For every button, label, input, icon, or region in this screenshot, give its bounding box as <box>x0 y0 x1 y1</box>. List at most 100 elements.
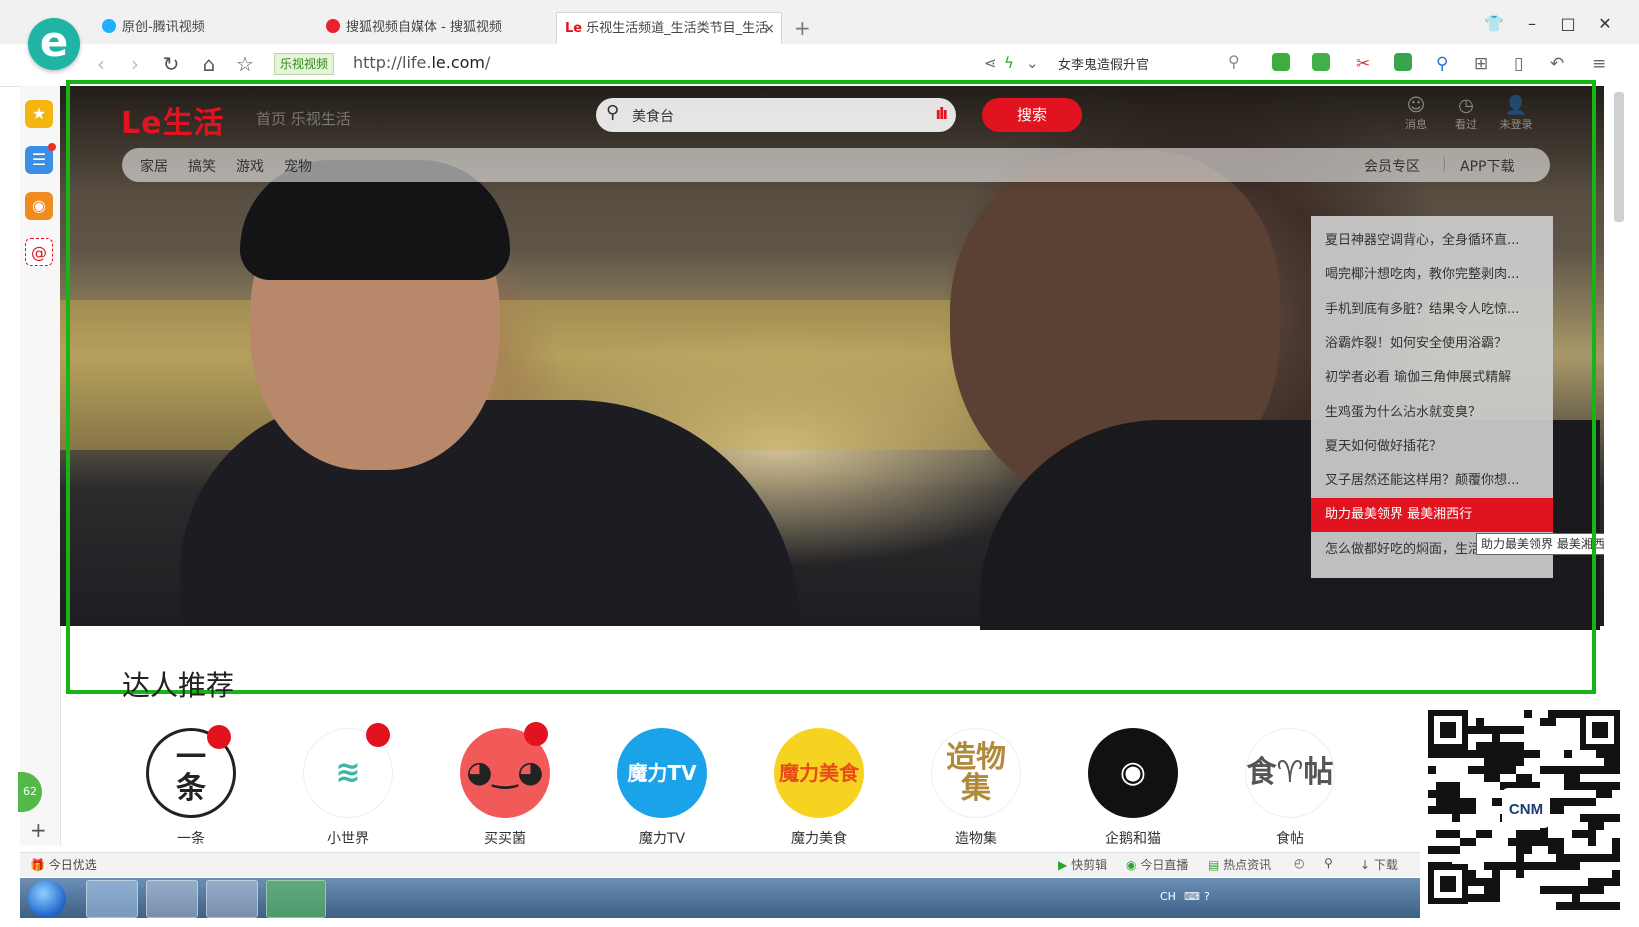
reading-list-icon[interactable]: ☰ <box>25 143 56 174</box>
tray-language[interactable]: CH <box>1160 890 1176 903</box>
creator-avatar[interactable]: 一 条 <box>146 725 236 818</box>
qr-module <box>1572 830 1580 838</box>
tab-sohu[interactable]: 搜狐视频自媒体 - 搜狐视频 <box>318 12 548 44</box>
qr-code[interactable]: CNM <box>1420 702 1628 912</box>
forward-arrow-icon[interactable]: › <box>122 52 148 76</box>
qr-module <box>1492 726 1500 734</box>
game-extension-icon[interactable] <box>1394 53 1412 71</box>
chevron-down-icon[interactable]: ⌄ <box>1026 54 1039 72</box>
favorites-star-icon[interactable]: ★ <box>25 100 53 128</box>
share-icon[interactable]: ⋖ <box>984 54 997 72</box>
creator-name[interactable]: 小世界 <box>296 828 400 848</box>
tab-tencent[interactable]: 原创-腾讯视频 <box>94 12 304 44</box>
qr-module <box>1556 710 1564 718</box>
qr-module <box>1612 902 1620 910</box>
qr-module <box>1460 806 1468 814</box>
undo-icon[interactable]: ↶ <box>1550 54 1564 74</box>
start-button[interactable] <box>28 880 66 918</box>
green-extension-icon[interactable] <box>1312 53 1330 71</box>
lightning-icon[interactable]: ϟ <box>1004 54 1014 72</box>
creator-item[interactable]: ◕‿◕ 买买菌 <box>453 722 557 848</box>
creator-avatar[interactable]: 食♈帖 <box>1245 728 1335 818</box>
back-arrow-icon[interactable]: ‹ <box>88 52 114 76</box>
new-tab-button[interactable]: + <box>794 16 811 40</box>
refresh-icon[interactable]: ↻ <box>158 52 184 76</box>
download-icon: ↓ <box>1360 858 1371 872</box>
qr-module <box>1540 838 1548 846</box>
qr-module <box>1476 766 1484 774</box>
qr-module <box>1596 750 1604 758</box>
creator-item[interactable]: 魔力美食 魔力美食 <box>767 728 871 848</box>
creator-avatar[interactable]: ◕‿◕ <box>460 722 550 818</box>
search-icon[interactable]: ⚲ <box>1228 52 1240 71</box>
shield-extension-icon[interactable] <box>1272 53 1290 71</box>
creator-name[interactable]: 魔力TV <box>610 828 714 848</box>
skin-icon[interactable]: 👕 <box>1481 14 1507 33</box>
creator-avatar[interactable]: 造物集 <box>931 728 1021 818</box>
creator-item[interactable]: ◉ 企鹅和猫 <box>1081 728 1185 848</box>
speed-icon[interactable]: ◴ <box>1294 856 1304 870</box>
qr-module <box>1556 886 1564 894</box>
quick-search-input[interactable]: 女李鬼造假升官 <box>1058 54 1149 73</box>
tab-close-icon[interactable]: × <box>763 13 775 44</box>
bookmark-star-icon[interactable]: ☆ <box>232 52 258 76</box>
taskbar-app-browser[interactable] <box>266 880 326 918</box>
sidebar-add-button[interactable]: + <box>30 818 47 842</box>
qr-module <box>1572 894 1580 902</box>
browser-logo-icon[interactable]: e <box>28 18 80 70</box>
page-scrollbar[interactable] <box>1614 92 1624 222</box>
maximize-button[interactable]: □ <box>1555 14 1581 33</box>
qr-module <box>1452 830 1460 838</box>
quick-edit-link[interactable]: ▶ 快剪辑 <box>1058 856 1107 873</box>
taskbar-app-notepad[interactable] <box>86 880 138 918</box>
qr-module <box>1492 734 1500 742</box>
creator-item[interactable]: 一 条一条 <box>139 725 243 848</box>
home-icon[interactable]: ⌂ <box>196 52 222 76</box>
creator-avatar[interactable]: 魔力TV <box>617 728 707 818</box>
creator-avatar-text: ◕‿◕ <box>466 755 544 791</box>
qr-module <box>1532 830 1540 838</box>
qr-module <box>1444 830 1452 838</box>
help-icon[interactable]: ? <box>1204 890 1210 903</box>
hot-news-link[interactable]: ▤ 热点资讯 <box>1208 856 1271 873</box>
scissors-icon[interactable]: ✂ <box>1356 54 1370 74</box>
qr-module <box>1428 846 1436 854</box>
creator-name[interactable]: 一条 <box>139 828 243 848</box>
creator-name[interactable]: 买买菌 <box>453 828 557 848</box>
creator-avatar[interactable]: ≋ <box>303 723 393 818</box>
taskbar-app-1[interactable] <box>146 880 198 918</box>
creator-avatar[interactable]: ◉ <box>1088 728 1178 818</box>
creator-item[interactable]: 食♈帖食帖 <box>1238 728 1342 848</box>
qr-module <box>1564 902 1572 910</box>
creator-avatar[interactable]: 魔力美食 <box>774 728 864 818</box>
magnifier-tool-icon[interactable]: ⚲ <box>1436 54 1448 74</box>
today-picks-link[interactable]: 🎁 今日优选 <box>30 856 97 873</box>
mail-at-icon[interactable]: @ <box>25 238 53 266</box>
close-window-button[interactable]: ✕ <box>1592 14 1618 33</box>
qr-module <box>1580 886 1588 894</box>
grid-apps-icon[interactable]: ⊞ <box>1474 54 1488 74</box>
qr-module <box>1484 774 1492 782</box>
today-live-link[interactable]: ◉ 今日直播 <box>1126 856 1188 873</box>
taskbar-app-2[interactable] <box>206 880 258 918</box>
weibo-icon[interactable]: ◉ <box>25 192 53 220</box>
qr-module <box>1596 886 1604 894</box>
creator-name[interactable]: 魔力美食 <box>767 828 871 848</box>
qr-module <box>1492 750 1500 758</box>
creator-item[interactable]: ≋ 小世界 <box>296 723 400 848</box>
creator-item[interactable]: 造物集 造物集 <box>924 728 1028 848</box>
url-input[interactable]: http://life.le.com/ <box>353 53 490 72</box>
creator-name[interactable]: 企鹅和猫 <box>1081 828 1185 848</box>
tablet-icon[interactable]: ▯ <box>1514 54 1523 74</box>
creator-item[interactable]: 魔力TV 魔力TV <box>610 728 714 848</box>
minimize-button[interactable]: – <box>1519 14 1545 33</box>
pin-icon[interactable]: ⚲ <box>1324 856 1333 870</box>
creator-name[interactable]: 食帖 <box>1238 828 1342 848</box>
qr-module <box>1564 862 1572 870</box>
keyboard-icon[interactable]: ⌨ <box>1184 890 1200 903</box>
download-link[interactable]: ↓ 下载 <box>1360 856 1398 873</box>
site-badge[interactable]: 乐视视频 <box>274 53 335 75</box>
creator-name[interactable]: 造物集 <box>924 828 1028 848</box>
menu-icon[interactable]: ≡ <box>1592 54 1606 74</box>
tab-le-life[interactable]: Le 乐视生活频道_生活类节目_生活 × <box>556 12 782 44</box>
